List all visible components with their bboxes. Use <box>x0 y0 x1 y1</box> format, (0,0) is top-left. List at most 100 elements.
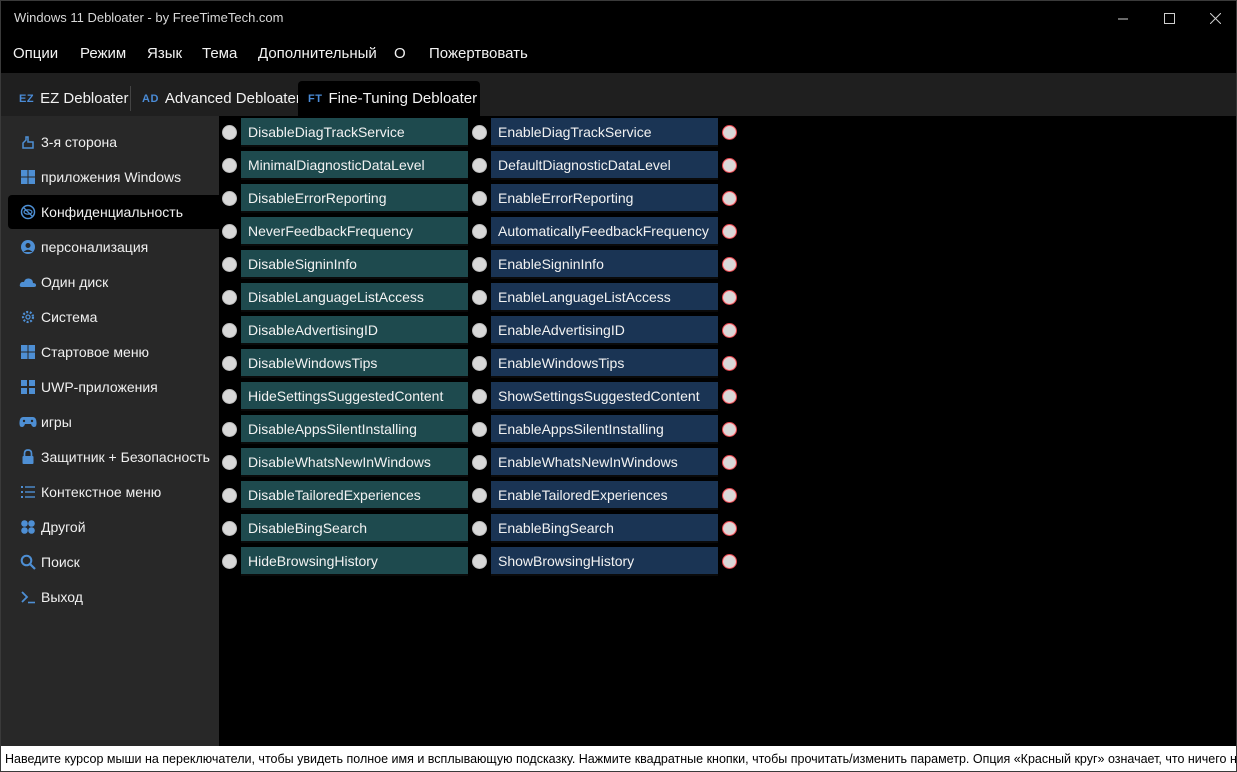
enable-option-button[interactable]: DefaultDiagnosticDataLevel <box>491 151 718 180</box>
disable-option-button[interactable]: HideSettingsSuggestedContent <box>241 382 468 411</box>
no-selection-red-circle[interactable] <box>722 422 737 437</box>
enable-option-button[interactable]: EnableLanguageListAccess <box>491 283 718 312</box>
disable-option-button[interactable]: MinimalDiagnosticDataLevel <box>241 151 468 180</box>
disable-radio[interactable] <box>222 257 237 272</box>
sidebar-item-exit[interactable]: Выход <box>8 580 219 614</box>
no-selection-red-circle[interactable] <box>722 455 737 470</box>
enable-radio[interactable] <box>472 389 487 404</box>
menu-language[interactable]: Язык <box>147 45 182 62</box>
disable-radio[interactable] <box>222 191 237 206</box>
tab-fine-tuning-debloater[interactable]: FT Fine-Tuning Debloater <box>298 81 480 116</box>
no-selection-red-circle[interactable] <box>722 257 737 272</box>
sidebar-item-start-menu[interactable]: Стартовое меню <box>8 335 219 369</box>
disable-radio[interactable] <box>222 356 237 371</box>
enable-radio[interactable] <box>472 554 487 569</box>
enable-option-button[interactable]: EnableDiagTrackService <box>491 118 718 147</box>
enable-option-button[interactable]: EnableSigninInfo <box>491 250 718 279</box>
enable-option-button[interactable]: ShowSettingsSuggestedContent <box>491 382 718 411</box>
enable-option-button[interactable]: EnableTailoredExperiences <box>491 481 718 510</box>
menu-mode[interactable]: Режим <box>80 45 126 62</box>
menu-theme[interactable]: Тема <box>202 45 237 62</box>
menu-advanced[interactable]: Дополнительный <box>258 45 377 62</box>
disable-option-button[interactable]: DisableErrorReporting <box>241 184 468 213</box>
enable-option-button[interactable]: EnableWhatsNewInWindows <box>491 448 718 477</box>
tab-advanced-debloater[interactable]: AD Advanced Debloater <box>142 81 301 116</box>
disable-option-button[interactable]: DisableSigninInfo <box>241 250 468 279</box>
no-selection-red-circle[interactable] <box>722 191 737 206</box>
disable-option-button[interactable]: DisableWindowsTips <box>241 349 468 378</box>
minimize-button[interactable] <box>1100 1 1146 35</box>
tab-ez-debloater[interactable]: EZ EZ Debloater <box>19 81 128 116</box>
enable-radio[interactable] <box>472 191 487 206</box>
sidebar-item-context-menu[interactable]: Контекстное меню <box>8 475 219 509</box>
sidebar-item-system[interactable]: Система <box>8 300 219 334</box>
disable-radio[interactable] <box>222 290 237 305</box>
enable-radio[interactable] <box>472 521 487 536</box>
no-selection-red-circle[interactable] <box>722 224 737 239</box>
disable-option-button[interactable]: DisableAdvertisingID <box>241 316 468 345</box>
menu-about[interactable]: О <box>394 45 406 62</box>
enable-option-button[interactable]: EnableWindowsTips <box>491 349 718 378</box>
no-selection-red-circle[interactable] <box>722 389 737 404</box>
enable-radio[interactable] <box>472 323 487 338</box>
disable-option-button[interactable]: DisableLanguageListAccess <box>241 283 468 312</box>
disable-radio[interactable] <box>222 521 237 536</box>
disable-radio[interactable] <box>222 389 237 404</box>
enable-option-button[interactable]: ShowBrowsingHistory <box>491 547 718 576</box>
enable-option-button[interactable]: AutomaticallyFeedbackFrequency <box>491 217 718 246</box>
sidebar-item-other[interactable]: Другой <box>8 510 219 544</box>
disable-option-button[interactable]: HideBrowsingHistory <box>241 547 468 576</box>
disable-radio[interactable] <box>222 323 237 338</box>
disable-radio[interactable] <box>222 158 237 173</box>
sidebar-item-search[interactable]: Поиск <box>8 545 219 579</box>
options-panel: DisableDiagTrackService EnableDiagTrackS… <box>219 116 1237 746</box>
disable-radio[interactable] <box>222 125 237 140</box>
sidebar-item-windows-apps[interactable]: приложения Windows <box>8 160 219 194</box>
no-selection-red-circle[interactable] <box>722 158 737 173</box>
sidebar-item-uwp-apps[interactable]: UWP-приложения <box>8 370 219 404</box>
sidebar-item-onedrive[interactable]: Один диск <box>8 265 219 299</box>
enable-radio[interactable] <box>472 125 487 140</box>
enable-option-button[interactable]: EnableErrorReporting <box>491 184 718 213</box>
disable-radio[interactable] <box>222 488 237 503</box>
no-selection-red-circle[interactable] <box>722 521 737 536</box>
no-selection-red-circle[interactable] <box>722 554 737 569</box>
enable-radio[interactable] <box>472 356 487 371</box>
enable-radio[interactable] <box>472 455 487 470</box>
enable-option-button[interactable]: EnableAppsSilentInstalling <box>491 415 718 444</box>
enable-radio[interactable] <box>472 158 487 173</box>
sidebar-item-third-party[interactable]: 3-я сторона <box>8 125 219 159</box>
menu-options[interactable]: Опции <box>13 45 58 62</box>
disable-option-button[interactable]: DisableDiagTrackService <box>241 118 468 147</box>
enable-radio[interactable] <box>472 224 487 239</box>
sidebar-item-personalization[interactable]: персонализация <box>8 230 219 264</box>
disable-option-button[interactable]: DisableBingSearch <box>241 514 468 543</box>
disable-radio[interactable] <box>222 224 237 239</box>
enable-radio[interactable] <box>472 488 487 503</box>
enable-option-button[interactable]: EnableAdvertisingID <box>491 316 718 345</box>
enable-radio[interactable] <box>472 290 487 305</box>
disable-option-button[interactable]: DisableTailoredExperiences <box>241 481 468 510</box>
disable-option-button[interactable]: DisableAppsSilentInstalling <box>241 415 468 444</box>
ad-icon: AD <box>142 92 159 105</box>
no-selection-red-circle[interactable] <box>722 323 737 338</box>
disable-option-button[interactable]: NeverFeedbackFrequency <box>241 217 468 246</box>
disable-radio[interactable] <box>222 422 237 437</box>
disable-option-button[interactable]: DisableWhatsNewInWindows <box>241 448 468 477</box>
no-selection-red-circle[interactable] <box>722 290 737 305</box>
no-selection-red-circle[interactable] <box>722 488 737 503</box>
maximize-button[interactable] <box>1146 1 1192 35</box>
sidebar-item-privacy[interactable]: Конфиденциальность <box>8 195 219 229</box>
menu-donate[interactable]: Пожертвовать <box>429 45 528 62</box>
no-selection-red-circle[interactable] <box>722 356 737 371</box>
close-button[interactable] <box>1192 1 1237 35</box>
sidebar-item-games[interactable]: игры <box>8 405 219 439</box>
enable-radio[interactable] <box>472 257 487 272</box>
cloud-icon <box>19 273 37 291</box>
disable-radio[interactable] <box>222 554 237 569</box>
enable-option-button[interactable]: EnableBingSearch <box>491 514 718 543</box>
no-selection-red-circle[interactable] <box>722 125 737 140</box>
disable-radio[interactable] <box>222 455 237 470</box>
sidebar-item-defender-security[interactable]: Защитник + Безопасность <box>8 440 219 474</box>
enable-radio[interactable] <box>472 422 487 437</box>
